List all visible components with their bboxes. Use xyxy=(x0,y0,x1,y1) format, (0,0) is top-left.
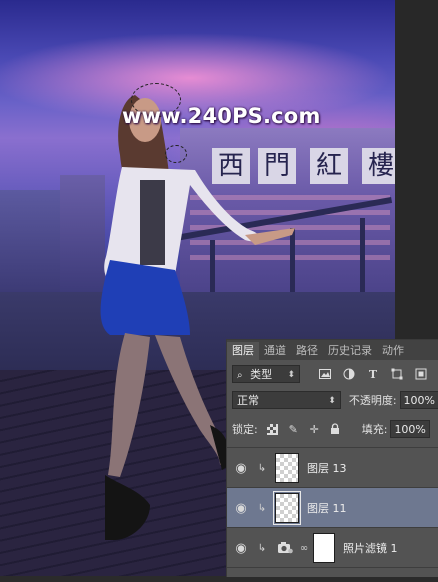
clipping-arrow-icon: ↳ xyxy=(257,502,267,514)
search-icon: ⌕ xyxy=(237,370,243,381)
filter-row: ⌕ 类型 ⬍ T xyxy=(232,364,437,384)
watermark: www.240PS.com xyxy=(122,104,321,128)
chevron-updown-icon: ⬍ xyxy=(328,396,336,406)
layers-panel: 图层 通道 路径 历史记录 动作 ⌕ 类型 ⬍ T 正常 ⬍ 不透明度: 100 xyxy=(226,339,438,577)
fill-field[interactable]: 100% xyxy=(390,420,430,438)
blend-mode-value: 正常 xyxy=(237,394,259,407)
sign-char: 紅 xyxy=(310,148,348,184)
tab-layers[interactable]: 图层 xyxy=(227,342,259,360)
eye-icon[interactable]: ◉ xyxy=(227,541,255,556)
lock-row: 锁定: ✎ ✛ 填充: 100% xyxy=(232,419,438,439)
eye-icon[interactable]: ◉ xyxy=(227,461,255,476)
image-filter-icon[interactable] xyxy=(318,367,332,381)
layer-thumbnail xyxy=(273,491,301,525)
layer-name: 图层 11 xyxy=(307,502,347,515)
lock-label: 锁定: xyxy=(232,423,258,436)
photo-filter-adjustment-icon xyxy=(277,541,293,555)
layer-name: 图层 13 xyxy=(307,462,347,475)
smart-object-filter-icon[interactable] xyxy=(414,367,428,381)
tab-history[interactable]: 历史记录 xyxy=(323,342,377,360)
adjustment-filter-icon[interactable] xyxy=(342,367,356,381)
opacity-field[interactable]: 100% xyxy=(399,391,438,409)
tab-paths[interactable]: 路径 xyxy=(291,342,323,360)
blend-mode-dropdown[interactable]: 正常 ⬍ xyxy=(232,391,341,409)
panel-tabs: 图层 通道 路径 历史记录 动作 xyxy=(227,340,438,360)
sign-char: 樓 xyxy=(362,148,395,184)
lock-transparent-pixels-icon[interactable] xyxy=(266,423,279,436)
chevron-updown-icon: ⬍ xyxy=(287,370,295,380)
eye-icon[interactable]: ◉ xyxy=(227,501,255,516)
layer-row[interactable]: ◉ ↳ 图层 11 xyxy=(227,487,438,528)
layer-row[interactable]: ◉ ↳ ∞ 照片滤镜 1 xyxy=(227,527,438,568)
clipping-arrow-icon: ↳ xyxy=(257,462,267,474)
layer-row[interactable]: ◉ ↳ 图层 13 xyxy=(227,447,438,488)
link-icon[interactable]: ∞ xyxy=(299,543,309,554)
tab-actions[interactable]: 动作 xyxy=(377,342,409,360)
selection-outline xyxy=(165,145,187,163)
workspace-background xyxy=(395,0,438,339)
fill-label: 填充: xyxy=(361,423,388,436)
clipping-arrow-icon: ↳ xyxy=(257,542,267,554)
tab-channels[interactable]: 通道 xyxy=(259,342,291,360)
lock-all-icon[interactable] xyxy=(329,423,342,436)
filter-kind-label: 类型 xyxy=(250,368,273,381)
layer-row[interactable]: ◉ xyxy=(227,567,438,580)
lock-image-pixels-icon[interactable]: ✎ xyxy=(287,423,300,436)
layer-name: 照片滤镜 1 xyxy=(343,542,398,555)
type-filter-icon[interactable]: T xyxy=(366,367,380,381)
filter-kind-dropdown[interactable]: ⌕ 类型 ⬍ xyxy=(232,365,300,383)
layer-thumbnail xyxy=(275,453,299,483)
railing-post xyxy=(360,218,365,293)
opacity-label: 不透明度: xyxy=(348,394,397,407)
blend-row: 正常 ⬍ 不透明度: 100% xyxy=(232,390,438,410)
lock-position-icon[interactable]: ✛ xyxy=(308,423,321,436)
layer-mask-thumbnail xyxy=(313,533,335,563)
shape-filter-icon[interactable] xyxy=(390,367,404,381)
